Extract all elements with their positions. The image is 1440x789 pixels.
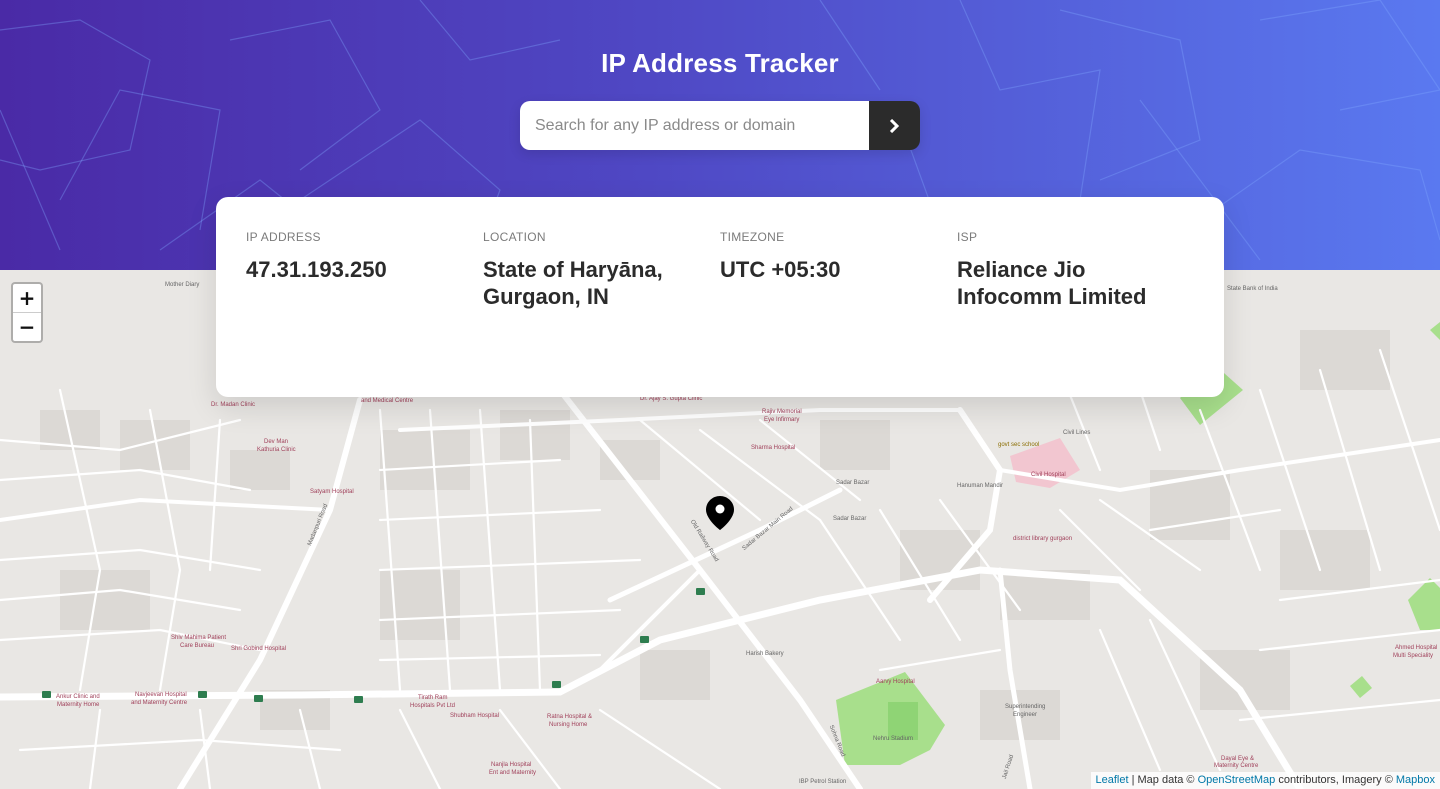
map-label: Civil Lines [1063,430,1091,436]
chevron-right-icon [889,118,900,133]
map-label: Harish Bakery [746,651,784,657]
mapbox-link[interactable]: Mapbox [1396,774,1435,786]
map-label: Sharma Hospital [751,445,796,451]
zoom-in-button[interactable]: + [13,284,41,313]
timezone-section: TIMEZONE UTC +05:30 [720,230,957,397]
map-label: Dr. Madan Clinic [211,402,256,408]
map-label: and Maternity Centre [131,700,188,706]
map-label: Aarvy Hospital [876,679,915,685]
map-label: Rajiv Memorial [762,409,802,415]
map-label: Ratna Hospital & [547,714,593,720]
map-label: Ent and Maternity [489,770,537,776]
map-label: Nehru Stadium [873,736,914,742]
attribution-text: | Map data © [1128,774,1198,786]
isp-section: ISP Reliance Jio Infocomm Limited [957,230,1194,397]
attribution-text: contributors, Imagery © [1275,774,1396,786]
ip-address-section: IP ADDRESS 47.31.193.250 [246,230,483,397]
map-label: Civil Hospital [1031,472,1066,478]
location-value: State of Haryāna, Gurgaon, IN [483,257,663,309]
map-label: Hospitals Pvt Ltd [410,703,456,709]
map-label: Mother Diary [165,282,200,288]
map-label: Eye Infirmary [764,417,800,423]
map-label: Dev Man [264,439,289,445]
map-label: Satyam Hospital [310,489,354,495]
map-label: Kathuria Clinic [257,447,296,453]
isp-value: Reliance Jio Infocomm Limited [957,257,1147,309]
map-label: State Bank of India [1227,286,1278,292]
map-label: Multi Speciality [1393,653,1434,659]
map-label: Nursing Home [549,722,588,728]
map-label: Hanuman Mandir [957,483,1004,489]
map-label: Navjeevan Hospital [135,692,187,698]
map-label: Care Bureau [180,643,215,649]
map-label: Shiv Mahima Patient [171,635,227,641]
map-label: IBP Petrol Station [799,779,847,785]
leaflet-link[interactable]: Leaflet [1096,774,1129,786]
location-section: LOCATION State of Haryāna, Gurgaon, IN [483,230,720,397]
map-label: Ankur Clinic and [56,694,100,700]
map-label: Ahmed Hospital [1395,645,1438,651]
zoom-control: + − [11,282,43,343]
search-input[interactable] [520,101,869,150]
map-label: Maternity Centre [1214,763,1259,769]
zoom-out-button[interactable]: − [13,313,41,341]
map-label: Sadar Bazar [833,516,867,522]
ip-info-card: IP ADDRESS 47.31.193.250 LOCATION State … [216,197,1224,397]
map-label: Maternity Home [57,702,100,708]
map-label: Superintending [1005,704,1046,710]
location-pin-icon[interactable] [706,496,734,530]
search-submit-button[interactable] [869,101,920,150]
osm-link[interactable]: OpenStreetMap [1198,774,1276,786]
map-label: Dayal Eye & [1221,756,1255,762]
map-label: Sadar Bazar [836,480,870,486]
timezone-label: TIMEZONE [720,230,785,244]
isp-label: ISP [957,230,978,244]
map-label: govt sec school [998,442,1040,448]
map-attribution: Leaflet | Map data © OpenStreetMap contr… [1090,772,1440,789]
map-label: Engineer [1013,712,1038,718]
map-label: Tirath Ram [418,695,448,701]
map-label: Nanjla Hospital [491,762,532,768]
map-label: district library gurgaon [1013,536,1073,542]
ip-address-label: IP ADDRESS [246,230,321,244]
ip-address-value: 47.31.193.250 [246,257,387,282]
location-label: LOCATION [483,230,546,244]
search-bar [520,101,920,150]
page-title: IP Address Tracker [601,48,839,78]
map-label: and Medical Centre [361,398,414,404]
timezone-value: UTC +05:30 [720,257,841,282]
map-label: Shri Gobind Hospital [231,646,287,652]
map-label: Shubham Hospital [450,713,500,719]
